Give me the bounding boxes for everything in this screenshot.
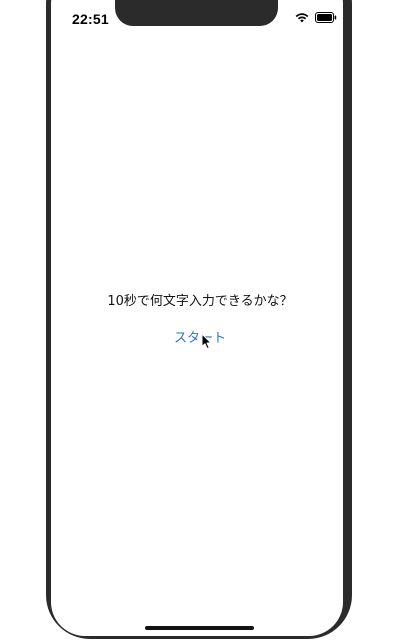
battery-icon — [315, 12, 337, 23]
wifi-icon — [295, 12, 309, 23]
home-indicator[interactable] — [145, 626, 254, 630]
status-time: 22:51 — [72, 11, 109, 27]
mouse-pointer-icon — [201, 333, 213, 354]
question-label: 10秒で何文字入力できるかな？ — [107, 294, 293, 309]
start-button[interactable]: スタート — [150, 328, 250, 348]
app-window: 22:51 10秒で何文字入力できるかな？ スタート — [0, 0, 400, 640]
phone-screen — [51, 0, 343, 636]
status-icons — [295, 12, 337, 23]
notch — [115, 0, 278, 26]
